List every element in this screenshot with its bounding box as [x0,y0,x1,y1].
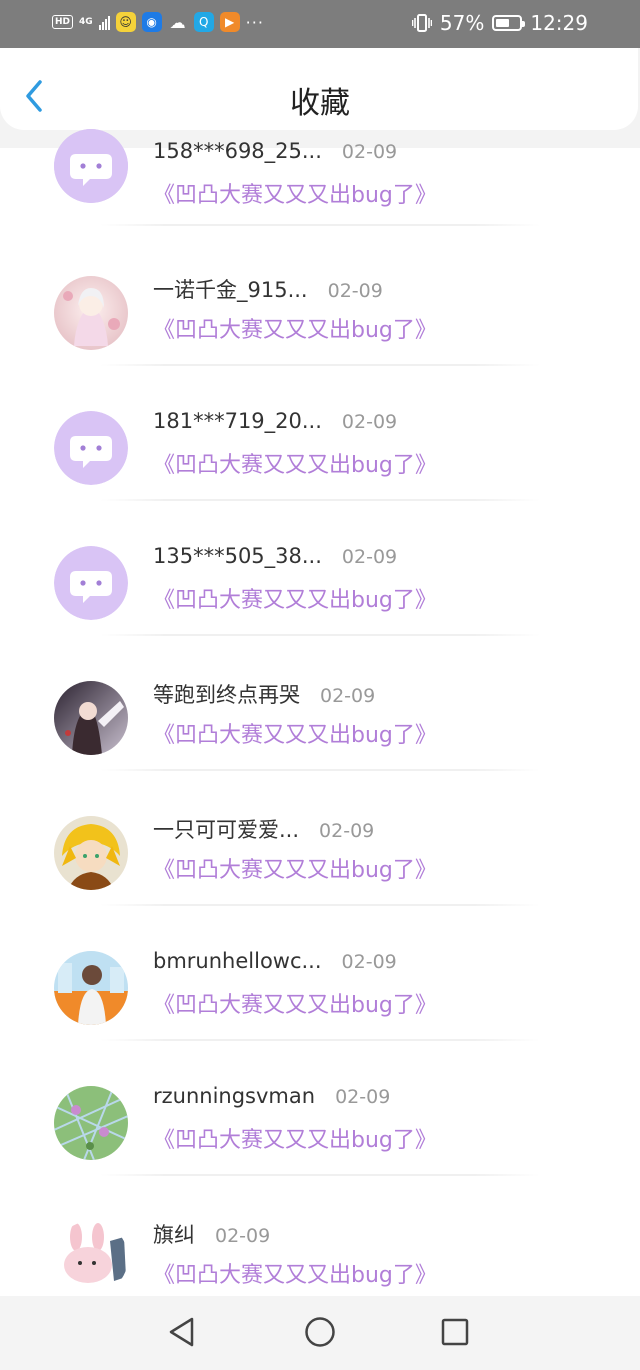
person-photo-avatar-icon [54,951,128,1025]
user-name: 158***698_25... [153,139,322,163]
vibrate-icon [411,14,432,32]
list-item[interactable]: rzunningsvman 02-09 《凹凸大赛又又又出bug了》 [0,1070,640,1205]
blonde-character-avatar-icon [54,816,128,890]
item-header: 158***698_25... 02-09 [153,139,397,163]
work-title[interactable]: 《凹凸大赛又又又出bug了》 [153,447,437,479]
divider [100,499,540,501]
user-name: 一只可可爱爱... [153,818,300,842]
item-date: 02-09 [320,685,376,707]
page-title: 收藏 [290,86,350,121]
avatar [54,546,128,620]
divider [100,224,540,226]
work-title[interactable]: 《凹凸大赛又又又出bug了》 [153,1122,437,1154]
item-header: rzunningsvman 02-09 [153,1084,390,1108]
play-app-icon: ▶ [219,12,240,32]
nature-photo-avatar-icon [54,1086,128,1160]
item-date: 02-09 [341,951,397,973]
list-item[interactable]: 158***698_25... 02-09 《凹凸大赛又又又出bug了》 [0,125,640,260]
divider [100,904,540,906]
item-date: 02-09 [335,1086,391,1108]
user-name: 旗纠 [153,1223,195,1247]
hd-indicator: HD [52,15,74,29]
divider [100,769,540,771]
avatar [54,1221,128,1295]
anime-girl-avatar-icon [54,276,128,350]
bunny-sticker-avatar-icon [54,1221,128,1295]
list-item[interactable]: 135***505_38... 02-09 《凹凸大赛又又又出bug了》 [0,530,640,665]
square-recents-icon [441,1318,469,1346]
user-name: bmrunhellowc... [153,949,322,973]
work-title[interactable]: 《凹凸大赛又又又出bug了》 [153,177,437,209]
item-header: 等跑到终点再哭 02-09 [153,679,375,709]
circle-home-icon [305,1317,335,1347]
item-header: 一诺千金_915... 02-09 [153,274,383,304]
work-title[interactable]: 《凹凸大赛又又又出bug了》 [153,987,437,1019]
nav-back-button[interactable] [164,1314,200,1350]
nav-recents-button[interactable] [437,1314,473,1350]
avatar [54,1086,128,1160]
battery-icon [492,15,526,31]
item-date: 02-09 [341,411,398,433]
user-name: 等跑到终点再哭 [153,683,300,707]
default-chat-avatar-icon [54,129,128,203]
user-name: 181***719_20... [153,409,322,433]
divider [100,634,540,636]
user-name: rzunningsvman [153,1084,316,1108]
nav-home-button[interactable] [302,1314,338,1350]
item-date: 02-09 [319,820,375,842]
item-header: 旗纠 02-09 [153,1219,270,1249]
list-item[interactable]: 181***719_20... 02-09 《凹凸大赛又又又出bug了》 [0,395,640,530]
clock: 12:29 [530,11,588,35]
item-date: 02-09 [341,546,398,568]
list-item[interactable]: 一诺千金_915... 02-09 《凹凸大赛又又又出bug了》 [0,260,640,395]
battery-percent: 57% [439,11,485,35]
item-header: 181***719_20... 02-09 [153,409,397,433]
avatar [54,681,128,755]
bulb-notification-icon: ◉ [141,12,162,32]
work-title[interactable]: 《凹凸大赛又又又出bug了》 [153,582,437,614]
work-title[interactable]: 《凹凸大赛又又又出bug了》 [153,852,437,884]
system-navigation-bar [0,1296,640,1370]
app-notification-icon: ☺ [115,12,136,32]
item-header: 一只可可爱爱... 02-09 [153,814,374,844]
status-bar: HD 4G ☺ ◉ ☁ Q ▶ ··· 57% 12:29 [0,0,640,48]
item-header: 135***505_38... 02-09 [153,544,397,568]
search-app-icon: Q [193,12,214,32]
item-header: bmrunhellowc... 02-09 [153,949,397,973]
work-title[interactable]: 《凹凸大赛又又又出bug了》 [153,717,437,749]
cloud-icon: ☁ [169,12,186,32]
divider [100,1174,540,1176]
avatar [54,411,128,485]
network-type: 4G [79,16,93,27]
list-item[interactable]: 一只可可爱爱... 02-09 《凹凸大赛又又又出bug了》 [0,800,640,935]
avatar [54,129,128,203]
avatar [54,816,128,890]
default-chat-avatar-icon [54,546,128,620]
status-right: 57% 12:29 [411,11,588,35]
list-item[interactable]: 等跑到终点再哭 02-09 《凹凸大赛又又又出bug了》 [0,665,640,800]
user-name: 135***505_38... [153,544,322,568]
more-notifications: ··· [245,12,264,32]
status-left: HD 4G ☺ ◉ ☁ Q ▶ ··· [52,12,264,32]
header-card: 收藏 [0,48,638,130]
divider [100,364,540,366]
avatar [54,276,128,350]
anime-dark-avatar-icon [54,681,128,755]
avatar [54,951,128,1025]
divider [100,1039,540,1041]
default-chat-avatar-icon [54,411,128,485]
work-title[interactable]: 《凹凸大赛又又又出bug了》 [153,312,437,344]
item-date: 02-09 [341,141,398,163]
triangle-back-icon [169,1317,194,1347]
work-title[interactable]: 《凹凸大赛又又又出bug了》 [153,1257,437,1289]
item-date: 02-09 [327,280,383,302]
battery-fill [496,19,510,27]
user-name: 一诺千金_915... [153,278,308,302]
signal-icon [98,14,110,30]
item-date: 02-09 [215,1225,271,1247]
list-item[interactable]: bmrunhellowc... 02-09 《凹凸大赛又又又出bug了》 [0,935,640,1070]
